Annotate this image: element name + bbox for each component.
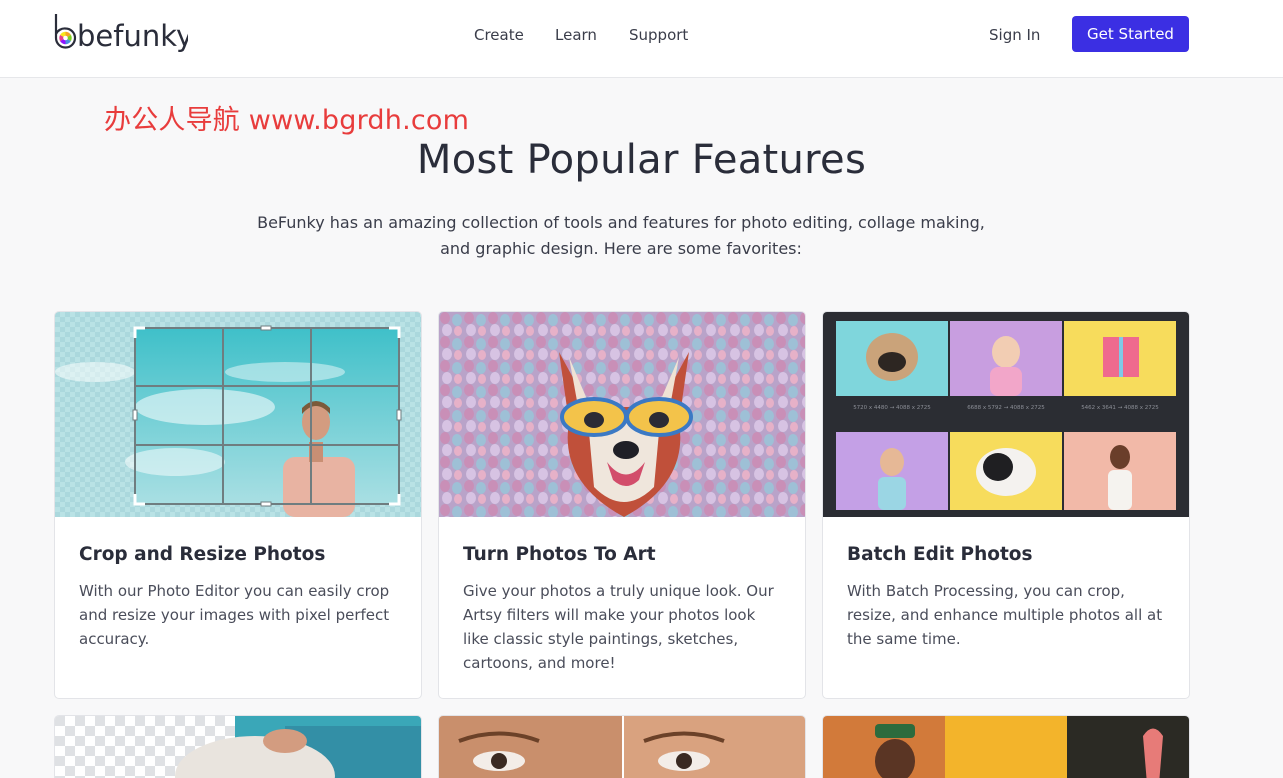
feature-card-row2-1[interactable] [54, 715, 422, 778]
background-remover-image [55, 716, 421, 778]
batch-feature-image: 5720 x 4480 → 4088 x 2725 6688 x 5792 → … [823, 312, 1189, 517]
crop-feature-image [55, 312, 421, 517]
svg-text:5462 x 3641 → 4088 x 2725: 5462 x 3641 → 4088 x 2725 [1081, 405, 1159, 411]
feature-card-art[interactable]: Turn Photos To Art Give your photos a tr… [438, 311, 806, 699]
section-title: Most Popular Features [416, 137, 867, 183]
top-navigation-bar: befunky Create Learn Support Sign In Get… [0, 0, 1283, 78]
nav-support[interactable]: Support [629, 23, 688, 47]
svg-text:5720 x 4480 → 4088 x 2725: 5720 x 4480 → 4088 x 2725 [853, 405, 931, 411]
card-description: Give your photos a truly unique look. Ou… [463, 582, 774, 672]
nav-create[interactable]: Create [474, 23, 524, 47]
card-title: Turn Photos To Art [463, 544, 656, 565]
feature-card-crop[interactable]: Crop and Resize Photos With our Photo Ed… [54, 311, 422, 699]
feature-card-batch[interactable]: 5720 x 4480 → 4088 x 2725 6688 x 5792 → … [822, 311, 1190, 699]
card-title: Crop and Resize Photos [79, 544, 326, 565]
befunky-logo[interactable]: befunky [53, 12, 188, 56]
collage-image [823, 716, 1189, 778]
touch-up-image [439, 716, 805, 778]
sign-in-link[interactable]: Sign In [989, 23, 1040, 47]
section-subtitle: BeFunky has an amazing collection of too… [257, 213, 985, 258]
card-description: With our Photo Editor you can easily cro… [79, 582, 390, 648]
nav-learn[interactable]: Learn [555, 23, 597, 47]
feature-card-row2-3[interactable] [822, 715, 1190, 778]
card-description: With Batch Processing, you can crop, res… [847, 582, 1163, 648]
feature-card-row2-2[interactable] [438, 715, 806, 778]
card-title: Batch Edit Photos [847, 544, 1033, 565]
svg-text:6688 x 5792 → 4088 x 2725: 6688 x 5792 → 4088 x 2725 [967, 405, 1045, 411]
svg-text:befunky: befunky [77, 19, 188, 53]
watermark-text: 办公人导航 www.bgrdh.com [104, 105, 470, 136]
art-feature-image [439, 312, 805, 517]
get-started-button[interactable]: Get Started [1072, 16, 1189, 52]
